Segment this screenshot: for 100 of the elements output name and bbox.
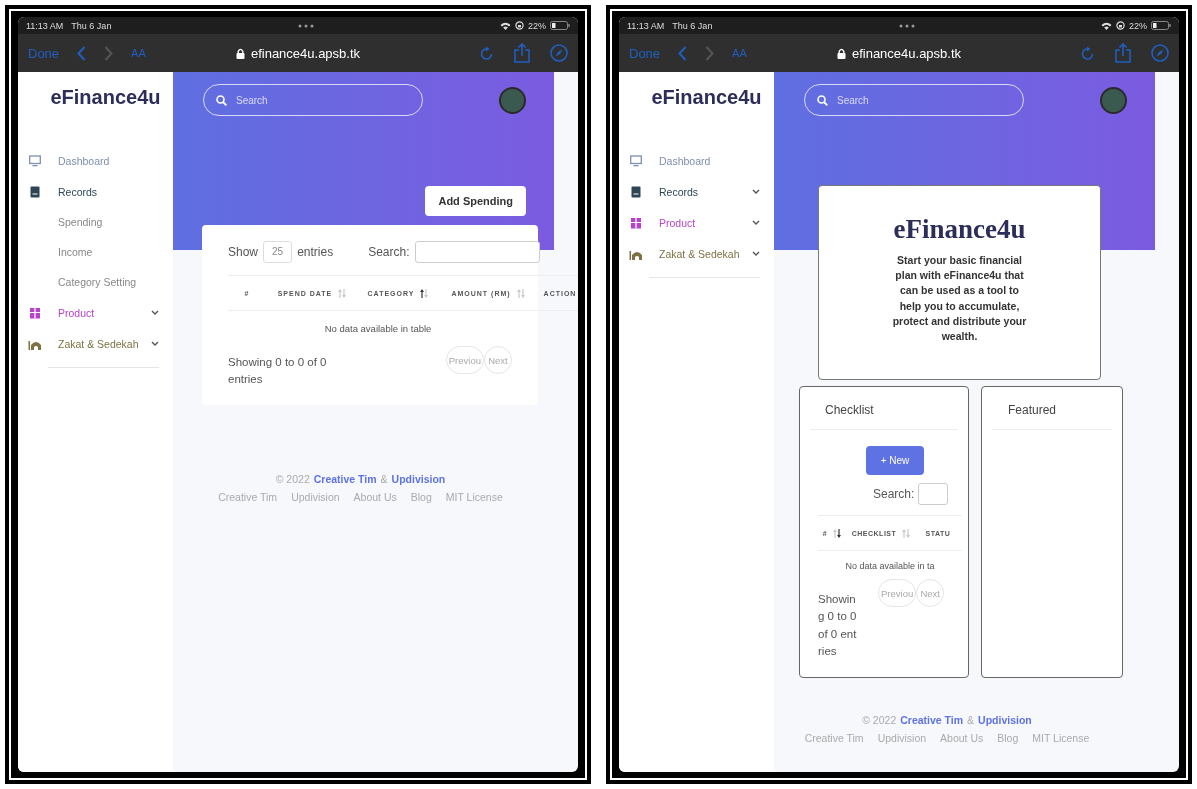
search-icon bbox=[817, 95, 828, 106]
new-button[interactable]: + New bbox=[866, 446, 924, 475]
lock-rotation-icon bbox=[1116, 21, 1125, 30]
compass-icon[interactable] bbox=[1151, 44, 1169, 62]
footer-link[interactable]: Creative Tim bbox=[804, 732, 864, 744]
footer-link[interactable]: MIT License bbox=[445, 490, 503, 503]
wifi-icon bbox=[1101, 21, 1112, 30]
sidebar-subitem[interactable]: Spending bbox=[28, 207, 159, 237]
copyright-text: © 2022 bbox=[275, 472, 310, 485]
footer-link[interactable]: About Us bbox=[940, 732, 984, 744]
sidebar-item[interactable]: Records bbox=[629, 176, 760, 207]
footer-link[interactable]: Updivision bbox=[291, 490, 340, 503]
sidebar-item-label: Records bbox=[58, 185, 99, 198]
table-info-text: Showing 0 to 0 of 0 entries bbox=[818, 592, 858, 659]
lock-rotation-icon bbox=[515, 21, 524, 30]
done-button[interactable]: Done bbox=[28, 45, 60, 61]
battery-icon bbox=[550, 21, 570, 30]
footer-link[interactable]: Creative Tim bbox=[218, 490, 278, 503]
lock-icon bbox=[836, 47, 846, 59]
entries-select[interactable]: 25 bbox=[263, 241, 293, 263]
battery-icon bbox=[1151, 21, 1171, 30]
sidebar-item[interactable]: Product bbox=[28, 297, 159, 328]
reload-icon[interactable] bbox=[1081, 45, 1095, 61]
share-icon[interactable] bbox=[1115, 43, 1131, 63]
sidebar-subitem[interactable]: Category Setting bbox=[28, 267, 159, 297]
status-date: Thu 6 Jan bbox=[71, 20, 112, 31]
footer-link[interactable]: Creative Tim bbox=[900, 714, 964, 726]
footer-link[interactable]: MIT License bbox=[1032, 732, 1090, 744]
sidebar-item-label: Zakat & Sedekah bbox=[659, 247, 741, 260]
footer-link[interactable]: Updivision bbox=[391, 472, 446, 485]
chevron-down-icon[interactable] bbox=[752, 220, 760, 225]
sidebar-item-label: Product bbox=[659, 216, 697, 229]
footer-link[interactable]: Creative Tim bbox=[313, 472, 377, 485]
lock-icon bbox=[235, 47, 245, 59]
pagination-button[interactable]: Next bbox=[916, 579, 945, 607]
empty-table-message: No data available in ta bbox=[844, 560, 936, 571]
chevron-down-icon[interactable] bbox=[752, 189, 760, 194]
done-button[interactable]: Done bbox=[629, 45, 661, 61]
copyright-text: © 2022 bbox=[862, 714, 897, 726]
search-label: Search: bbox=[368, 245, 410, 259]
footer-link[interactable]: Blog bbox=[410, 490, 432, 503]
sidebar-item[interactable]: Zakat & Sedekah bbox=[629, 238, 760, 269]
intro-text: Start your basic financial plan with eFinance4u that can be used as a tool to help you to accumulate, protect and distribute your wealth. bbox=[891, 253, 1028, 345]
chevron-down-icon[interactable] bbox=[151, 341, 159, 346]
card-title: Featured bbox=[992, 387, 1112, 430]
add-spending-button[interactable]: Add Spending bbox=[425, 186, 526, 216]
chevron-down-icon[interactable] bbox=[151, 310, 159, 315]
footer-link[interactable]: Blog bbox=[997, 732, 1019, 744]
sidebar-item[interactable]: Records bbox=[28, 176, 159, 207]
forward-icon[interactable] bbox=[104, 45, 114, 61]
url-text[interactable]: efinance4u.apsb.tk bbox=[851, 45, 962, 61]
sidebar-item-label: Product bbox=[58, 306, 96, 319]
text-size-button[interactable]: AA bbox=[131, 47, 146, 59]
share-icon[interactable] bbox=[514, 43, 530, 63]
entries-label: entries bbox=[297, 245, 334, 259]
back-icon[interactable] bbox=[77, 45, 87, 61]
text-size-button[interactable]: AA bbox=[732, 47, 747, 59]
show-label: Show bbox=[228, 245, 259, 259]
sidebar-item[interactable]: Product bbox=[629, 207, 760, 238]
avatar[interactable] bbox=[1100, 86, 1127, 114]
footer-link[interactable]: About Us bbox=[353, 490, 397, 503]
status-time: 11:13 AM bbox=[26, 20, 64, 31]
card-title: Checklist bbox=[810, 387, 958, 430]
footer-link[interactable]: Updivision bbox=[978, 714, 1032, 726]
search-icon bbox=[216, 95, 227, 106]
sidebar-item[interactable]: Dashboard bbox=[28, 145, 159, 176]
dots-icon[interactable] bbox=[898, 23, 915, 28]
sidebar-subitem[interactable]: Income bbox=[28, 237, 159, 267]
brand-logo[interactable]: eFinance4u bbox=[619, 86, 774, 109]
wifi-icon bbox=[500, 21, 511, 30]
pagination-button[interactable]: Previou bbox=[878, 579, 917, 607]
reload-icon[interactable] bbox=[480, 45, 494, 61]
sidebar-item-label: Zakat & Sedekah bbox=[58, 337, 140, 350]
table-search-field[interactable] bbox=[918, 483, 949, 505]
dots-icon[interactable] bbox=[297, 23, 314, 28]
brand-logo[interactable]: eFinance4u bbox=[18, 86, 173, 109]
avatar[interactable] bbox=[499, 86, 526, 114]
compass-icon[interactable] bbox=[550, 44, 568, 62]
footer-link[interactable]: Updivision bbox=[877, 732, 927, 744]
sidebar-item[interactable]: Zakat & Sedekah bbox=[28, 328, 159, 359]
intro-title: eFinance4u bbox=[893, 214, 1026, 245]
ampersand-text: & bbox=[967, 714, 975, 726]
pagination-button[interactable]: Next bbox=[484, 346, 512, 374]
status-time: 11:13 AM bbox=[627, 20, 665, 31]
table-search-field[interactable] bbox=[414, 241, 540, 263]
battery-percent: 22% bbox=[528, 20, 546, 31]
status-date: Thu 6 Jan bbox=[672, 20, 713, 31]
sort-icon[interactable] bbox=[420, 288, 429, 298]
url-text[interactable]: efinance4u.apsb.tk bbox=[250, 45, 361, 61]
back-icon[interactable] bbox=[678, 45, 688, 61]
search-field[interactable]: Search bbox=[804, 84, 1024, 116]
chevron-down-icon[interactable] bbox=[752, 251, 760, 256]
battery-percent: 22% bbox=[1129, 20, 1147, 31]
search-field[interactable]: Search bbox=[203, 84, 423, 116]
sort-icon[interactable] bbox=[833, 528, 842, 538]
sidebar-item-label: Records bbox=[659, 185, 700, 198]
forward-icon[interactable] bbox=[705, 45, 715, 61]
sidebar-item[interactable]: Dashboard bbox=[629, 145, 760, 176]
pagination-button[interactable]: Previou bbox=[445, 346, 484, 374]
sidebar-item-label: Dashboard bbox=[58, 154, 111, 167]
